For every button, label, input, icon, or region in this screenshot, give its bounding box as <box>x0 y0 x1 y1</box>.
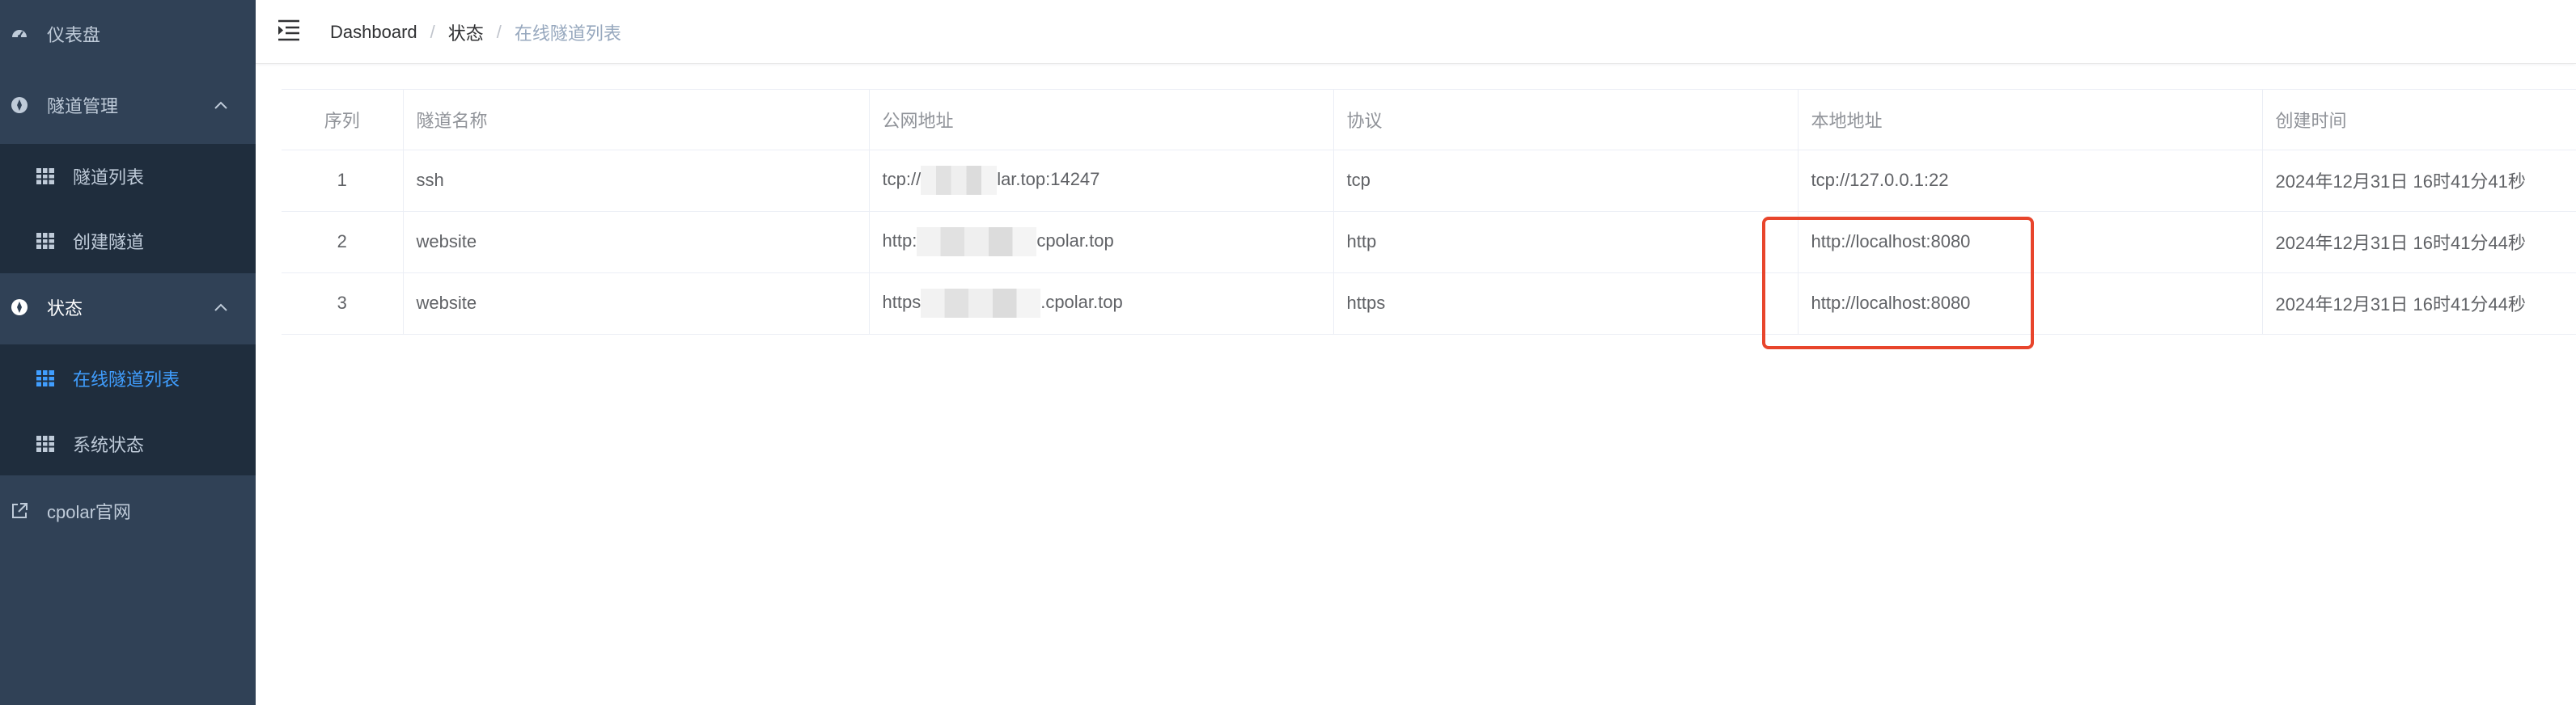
grid-icon <box>36 231 55 251</box>
sidebar-item-dashboard[interactable]: 仪表盘 <box>0 0 256 68</box>
sidebar-item-cpolar-site[interactable]: cpolar官网 <box>0 477 256 545</box>
grid-icon <box>36 167 55 186</box>
breadcrumb-separator: / <box>430 22 435 42</box>
column-header-created-time: 创建时间 <box>2262 90 2576 150</box>
table-row: 3 website https .cpolar.top https http://… <box>282 272 2576 334</box>
sidebar-item-label: 系统状态 <box>73 435 145 455</box>
public-address-suffix: lar.top:14247 <box>997 168 1100 189</box>
cell-protocol: http <box>1333 211 1799 273</box>
breadcrumb-dashboard[interactable]: Dashboard <box>330 22 417 43</box>
compass-icon <box>10 95 29 115</box>
navbar: Dashboard / 状态 / 在线隧道列表 <box>256 0 2576 64</box>
menu-fold-icon[interactable] <box>277 18 301 42</box>
table-row: 2 website http: cpolar.top http http://lo… <box>282 211 2576 273</box>
chevron-up-icon <box>214 101 227 109</box>
sidebar-item-tunnel-management[interactable]: 隧道管理 <box>0 71 256 139</box>
cell-created-time: 2024年12月31日 16时41分41秒 <box>2262 150 2576 212</box>
sidebar: 仪表盘 隧道管理 隧道列表 创建隧道 状态 在线隧道列表 系统状态 cpolar… <box>0 0 256 705</box>
sidebar-item-system-status[interactable]: 系统状态 <box>0 412 256 475</box>
public-address-suffix: cpolar.top <box>1036 230 1114 251</box>
cell-local-address: http://localhost:8080 <box>1798 272 2263 334</box>
breadcrumb-status[interactable]: 状态 <box>448 19 484 45</box>
column-header-public-address: 公网地址 <box>869 90 1334 150</box>
cell-name: website <box>403 211 870 273</box>
sidebar-item-label: 隧道列表 <box>73 167 145 188</box>
breadcrumb-current: 在线隧道列表 <box>514 23 621 44</box>
redacted-block <box>921 166 998 195</box>
breadcrumb: Dashboard / 状态 / 在线隧道列表 <box>330 19 621 45</box>
cell-public-address: http: cpolar.top <box>869 211 1334 273</box>
sidebar-item-label: cpolar官网 <box>47 502 131 522</box>
cell-created-time: 2024年12月31日 16时41分44秒 <box>2262 211 2576 273</box>
sidebar-item-label: 状态 <box>47 298 83 319</box>
sidebar-item-create-tunnel[interactable]: 创建隧道 <box>0 209 256 273</box>
cell-name: ssh <box>403 150 870 212</box>
column-header-index: 序列 <box>282 90 404 150</box>
sidebar-item-status[interactable]: 状态 <box>0 273 256 341</box>
sidebar-item-label: 隧道管理 <box>47 96 119 116</box>
cell-index: 3 <box>282 272 404 334</box>
cell-index: 1 <box>282 150 404 212</box>
cell-public-address: https .cpolar.top <box>869 272 1334 334</box>
compass-icon <box>10 298 29 317</box>
table-row: 1 ssh tcp:// lar.top:14247 tcp tcp://127.… <box>282 150 2576 212</box>
column-header-protocol: 协议 <box>1333 90 1799 150</box>
cell-local-address: tcp://127.0.0.1:22 <box>1798 150 2263 212</box>
cell-protocol: https <box>1333 272 1799 334</box>
sidebar-item-label: 在线隧道列表 <box>73 369 180 390</box>
public-address-prefix: http: <box>882 230 917 251</box>
table-header-row: 序列 隧道名称 公网地址 协议 本地地址 创建时间 <box>282 90 2576 150</box>
sidebar-item-label: 创建隧道 <box>73 232 145 252</box>
cell-created-time: 2024年12月31日 16时41分44秒 <box>2262 272 2576 334</box>
redacted-block <box>917 227 1037 256</box>
public-address-prefix: tcp:// <box>882 168 922 189</box>
external-link-icon <box>10 501 29 521</box>
tunnel-table: 序列 隧道名称 公网地址 协议 本地地址 创建时间 1 ssh tcp:// la… <box>282 89 2576 335</box>
cell-public-address: tcp:// lar.top:14247 <box>869 150 1334 212</box>
breadcrumb-separator: / <box>496 22 502 42</box>
column-header-local-address: 本地地址 <box>1798 90 2263 150</box>
public-address-suffix: .cpolar.top <box>1040 292 1123 313</box>
dashboard-icon <box>10 24 29 44</box>
public-address-prefix: https <box>882 292 922 313</box>
cell-protocol: tcp <box>1333 150 1799 212</box>
sidebar-item-label: 仪表盘 <box>47 25 101 45</box>
redacted-block <box>921 289 1041 319</box>
cell-name: website <box>403 272 870 334</box>
sidebar-item-tunnel-list[interactable]: 隧道列表 <box>0 144 256 209</box>
cell-local-address: http://localhost:8080 <box>1798 211 2263 273</box>
grid-icon <box>36 369 55 388</box>
grid-icon <box>36 434 55 454</box>
chevron-up-icon <box>214 303 227 311</box>
column-header-name: 隧道名称 <box>403 90 870 150</box>
cell-index: 2 <box>282 211 404 273</box>
sidebar-item-online-tunnels[interactable]: 在线隧道列表 <box>0 344 256 412</box>
